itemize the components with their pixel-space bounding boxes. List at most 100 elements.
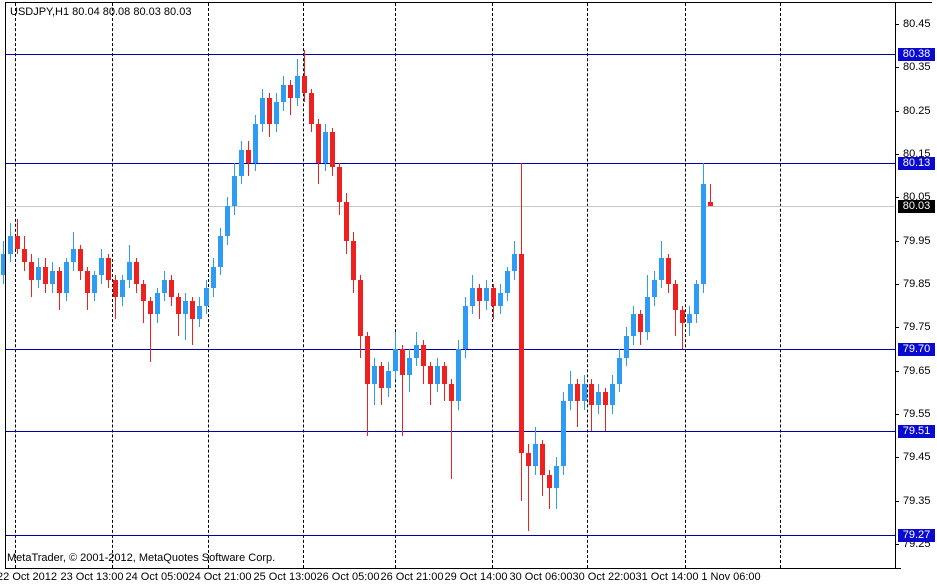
candle (267, 98, 272, 124)
candle (204, 288, 209, 306)
candle (372, 366, 377, 384)
candle (8, 236, 13, 254)
candle (596, 392, 601, 405)
candle (645, 297, 650, 332)
vertical-gridline (587, 3, 588, 568)
candle (57, 271, 62, 293)
candle (316, 124, 321, 163)
candle (505, 271, 510, 293)
horizontal-level-line[interactable] (5, 349, 895, 350)
candle (477, 288, 482, 301)
candle (449, 384, 454, 401)
candle (456, 349, 461, 401)
candle (169, 280, 174, 297)
symbol-ohlc-readout: USDJPY,H1 80.04 80.08 80.03 80.03 (10, 6, 191, 18)
horizontal-level-line[interactable] (5, 54, 895, 55)
candle (183, 301, 188, 314)
horizontal-level-line[interactable] (5, 163, 895, 164)
candle (281, 85, 286, 102)
candle (141, 284, 146, 301)
candle (568, 384, 573, 401)
time-axis[interactable] (0, 568, 937, 584)
candle (106, 258, 111, 280)
candle (197, 306, 202, 319)
price-axis[interactable] (895, 3, 937, 568)
candle (337, 167, 342, 202)
vertical-gridline (395, 3, 396, 568)
candle (491, 288, 496, 306)
candle (603, 392, 608, 405)
candle (246, 150, 251, 163)
candle (260, 98, 265, 124)
candle (295, 76, 300, 98)
candle (386, 371, 391, 388)
candle (617, 358, 622, 384)
candle (22, 249, 27, 262)
candle (239, 150, 244, 176)
candle (540, 444, 545, 475)
candle (498, 293, 503, 306)
candle (127, 262, 132, 280)
candle (358, 280, 363, 336)
candle (687, 314, 692, 323)
horizontal-level-line[interactable] (5, 535, 895, 536)
chart-window: 80.4580.3580.2580.1580.0579.9579.8579.75… (0, 0, 937, 584)
candle (113, 280, 118, 297)
vertical-gridline (685, 3, 686, 568)
candle (148, 301, 153, 314)
candle (253, 124, 258, 163)
candle (575, 384, 580, 401)
bid-price-line (5, 206, 895, 207)
candle (50, 271, 55, 284)
candle (155, 293, 160, 314)
vertical-gridline (780, 3, 781, 568)
candle (43, 267, 48, 284)
frame-left (5, 3, 6, 568)
candle (442, 366, 447, 384)
candle (554, 466, 559, 488)
candle (624, 336, 629, 358)
candle (484, 288, 489, 301)
candle (512, 254, 517, 271)
candle (211, 267, 216, 288)
candle (428, 366, 433, 384)
candle (652, 280, 657, 297)
candle (582, 384, 587, 401)
candle (134, 262, 139, 284)
candle (232, 176, 237, 206)
candle (533, 444, 538, 466)
candle (302, 76, 307, 93)
frame-top (5, 2, 932, 3)
candle (64, 262, 69, 293)
candle (218, 236, 223, 267)
vertical-gridline (15, 3, 16, 568)
candle (274, 102, 279, 124)
candle (99, 258, 104, 275)
candle (92, 275, 97, 293)
candle (610, 384, 615, 405)
candle (701, 184, 706, 284)
candle (176, 297, 181, 314)
candle (589, 384, 594, 405)
candle (309, 93, 314, 124)
candle (225, 206, 230, 236)
candle (379, 366, 384, 388)
candle (680, 310, 685, 323)
candle (421, 345, 426, 366)
copyright-text: MetaTrader, © 2001-2012, MetaQuotes Soft… (7, 552, 275, 564)
candle (638, 314, 643, 332)
candle (288, 85, 293, 98)
candle (659, 258, 664, 280)
candle (120, 280, 125, 297)
candle (666, 258, 671, 284)
candle (393, 349, 398, 371)
chart-plot-area[interactable]: 80.4580.3580.2580.1580.0579.9579.8579.75… (0, 0, 937, 584)
candle (15, 236, 20, 249)
candle (344, 202, 349, 241)
candle (673, 284, 678, 310)
vertical-gridline (208, 3, 209, 568)
candle (162, 280, 167, 293)
candle (694, 284, 699, 314)
horizontal-level-line[interactable] (5, 431, 895, 432)
candle (470, 288, 475, 306)
